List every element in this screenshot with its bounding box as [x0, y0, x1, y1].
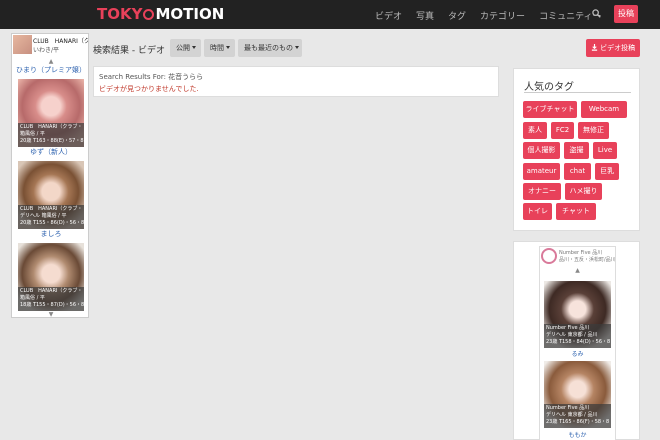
page-title: 検索結果 - ビデオ: [93, 46, 165, 56]
nav-link-photos[interactable]: 写真: [416, 9, 434, 22]
tag-button[interactable]: トイレ: [523, 203, 552, 220]
tag-button[interactable]: FC2: [551, 122, 574, 139]
tag-button[interactable]: Webcam: [581, 101, 627, 118]
post-button[interactable]: 投稿: [614, 5, 638, 23]
upload-video-button[interactable]: ビデオ投稿: [586, 39, 640, 57]
sort-dropdown[interactable]: 最も最近のもの: [238, 39, 302, 57]
ad-photo[interactable]: Number Five 品川 デリヘル 東京都 / 品川 23歳 T158・84(D…: [544, 281, 611, 348]
ad-photo[interactable]: CLUB HANARI（クラブ・ 箱風俗 / 平 18歳 T155・87(D)・56…: [18, 243, 84, 311]
upload-icon: [591, 44, 597, 51]
shop-logo-icon[interactable]: [541, 248, 557, 264]
ad-scroll-down-icon[interactable]: ▼: [12, 311, 88, 317]
tag-button[interactable]: 盗撮: [564, 142, 589, 159]
divider: [524, 92, 631, 93]
tag-button[interactable]: chat: [564, 163, 591, 180]
ad-girl-name[interactable]: るみ: [540, 349, 615, 358]
tag-button[interactable]: 無修正: [578, 122, 609, 139]
tag-button[interactable]: Live: [593, 142, 617, 159]
ad-shop-area: 品川・五反・浜松町/品川: [559, 257, 616, 263]
ad-photo[interactable]: CLUB HANARI（クラブ・ デリヘル 箱風俗 / 平 20歳 T155・86(…: [18, 161, 84, 229]
ad-girl-name[interactable]: ゆず（新人）: [12, 147, 88, 157]
ad-girl-name[interactable]: ましろ: [12, 229, 88, 239]
tag-button[interactable]: 個人撮影: [523, 142, 560, 159]
tag-button[interactable]: オナニー: [523, 183, 561, 200]
ad-header-area: いわき/平: [33, 47, 60, 54]
ad-photo[interactable]: CLUB HANARI（クラブ・ 箱風俗 / 平 20歳 T163・88(E)・57…: [18, 79, 84, 147]
right-ad-panel: Number Five 品川 品川・五反・浜松町/品川 ▲ Number Fiv…: [513, 241, 640, 440]
nav-link-tags[interactable]: タグ: [448, 9, 466, 22]
tag-button[interactable]: 素人: [523, 122, 547, 139]
site-logo[interactable]: TOKY MOTION: [97, 6, 224, 23]
ad-girl-name[interactable]: ひまり（プレミア嬢）: [12, 65, 88, 75]
ad-photo-caption: Number Five 品川 デリヘル 東京都 / 品川 23歳 T158・84(D…: [544, 324, 611, 348]
popular-tags-panel: 人気のタグ ライブチャット Webcam 素人 FC2 無修正 個人撮影 盗撮 …: [513, 68, 640, 231]
tag-button[interactable]: ハメ撮り: [565, 183, 602, 200]
ad-header[interactable]: CLUB HANARI（クラブ いわき/平: [12, 34, 88, 60]
tag-button[interactable]: チャット: [556, 203, 596, 220]
search-query-text: Search Results For: 花音うらら: [99, 73, 204, 81]
nav-link-categories[interactable]: カテゴリー: [480, 9, 525, 22]
ad-photo-caption: CLUB HANARI（クラブ・ デリヘル 箱風俗 / 平 20歳 T155・86(…: [18, 205, 84, 229]
chevron-down-icon: [295, 46, 299, 49]
chevron-down-icon: [192, 46, 196, 49]
nav-link-videos[interactable]: ビデオ: [375, 9, 402, 22]
ad-widget: Number Five 品川 品川・五反・浜松町/品川 ▲ Number Fiv…: [539, 246, 616, 440]
ad-shop-name[interactable]: Number Five 品川: [559, 249, 602, 256]
top-navbar: TOKY MOTION ビデオ 写真 タグ カテゴリー コミュニティー 投稿: [0, 0, 660, 29]
ad-scroll-up-icon[interactable]: ▲: [12, 58, 88, 65]
left-ad-panel: CLUB HANARI（クラブ いわき/平 ▲ ひまり（プレミア嬢） CLUB …: [11, 33, 89, 318]
ad-photo-caption: CLUB HANARI（クラブ・ 箱風俗 / 平 18歳 T155・87(D)・56…: [18, 287, 84, 311]
filter-public-dropdown[interactable]: 公開: [170, 39, 201, 57]
search-results-box: Search Results For: 花音うらら ビデオが見つかりませんでした…: [93, 66, 499, 97]
logo-o-ring: [143, 9, 155, 20]
ad-header-shop: CLUB HANARI（クラブ: [33, 38, 88, 45]
tags-title: 人気のタグ: [524, 82, 574, 93]
ad-header-thumbnail: [13, 35, 32, 54]
tag-button[interactable]: amateur: [523, 163, 560, 180]
ad-photo-caption: Number Five 品川 デリヘル 東京都 / 品川 23歳 T165・86(F…: [544, 404, 611, 428]
chevron-down-icon: [226, 46, 230, 49]
search-icon[interactable]: [592, 9, 601, 18]
nav-links: ビデオ 写真 タグ カテゴリー コミュニティー: [375, 9, 602, 22]
ad-photo[interactable]: Number Five 品川 デリヘル 東京都 / 品川 23歳 T165・86(F…: [544, 361, 611, 428]
filter-duration-dropdown[interactable]: 時間: [204, 39, 235, 57]
ad-girl-name[interactable]: ももか: [540, 430, 615, 439]
no-results-message: ビデオが見つかりませんでした.: [99, 85, 199, 93]
tag-button[interactable]: 巨乳: [595, 163, 619, 180]
ad-scroll-up-icon[interactable]: ▲: [540, 267, 615, 274]
tag-button[interactable]: ライブチャット: [523, 101, 577, 118]
ad-photo-caption: CLUB HANARI（クラブ・ 箱風俗 / 平 20歳 T163・88(E)・57…: [18, 123, 84, 147]
